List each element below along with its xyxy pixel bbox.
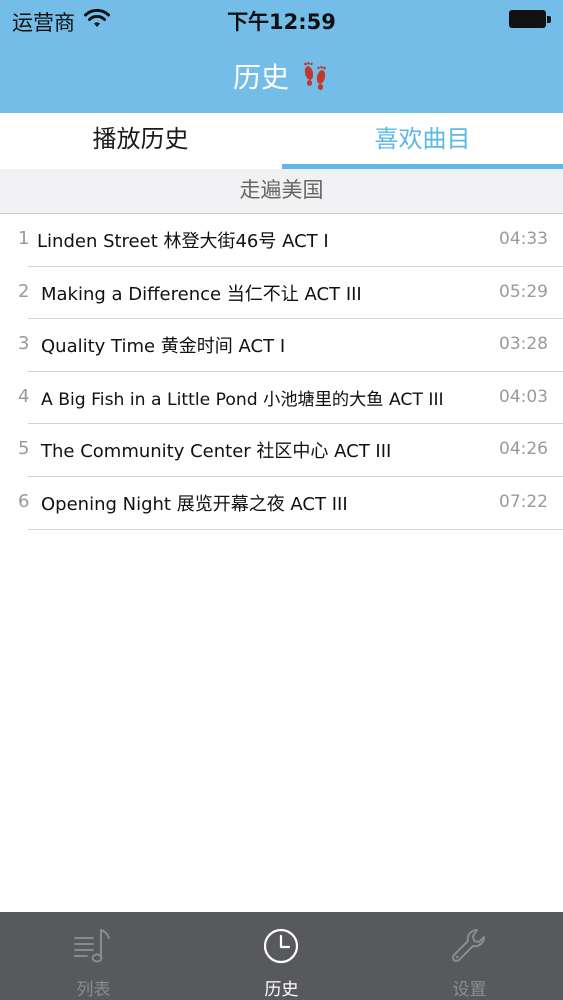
section-header: 走遍美国 — [0, 169, 563, 214]
track-duration: 04:33 — [499, 229, 548, 249]
track-duration: 04:03 — [499, 386, 548, 407]
page-title: 历史 — [0, 56, 563, 96]
status-time: 下午12:59 — [227, 10, 336, 34]
tabbar-item-list[interactable]: 列表 — [0, 912, 187, 1000]
page-title-text: 历史 — [233, 61, 290, 94]
footprints-icon — [304, 62, 326, 90]
track-row[interactable]: 2 Making a Difference 当仁不让 ACT III 05:29 — [0, 267, 563, 320]
track-index: 5 — [18, 438, 30, 460]
track-title: A Big Fish in a Little Pond 小池塘里的大鱼 ACT … — [41, 389, 444, 410]
track-title: Quality Time 黄金时间 ACT I — [41, 336, 286, 358]
tabbar-item-settings[interactable]: 设置 — [376, 912, 563, 1000]
wrench-icon — [451, 928, 486, 963]
segment-tabs: 播放历史 喜欢曲目 — [0, 113, 563, 168]
track-index: 2 — [18, 280, 30, 302]
track-index: 3 — [18, 333, 30, 355]
tab-play-history[interactable]: 播放历史 — [0, 113, 281, 168]
track-duration: 03:28 — [499, 334, 548, 355]
tabbar-label: 设置 — [452, 980, 487, 1000]
track-row[interactable]: 5 The Community Center 社区中心 ACT III 04:2… — [0, 424, 563, 477]
track-title: Linden Street 林登大街46号 ACT I — [37, 231, 329, 252]
bottom-tab-bar: 列表 历史 设置 — [0, 912, 563, 1000]
track-index: 6 — [18, 490, 30, 512]
track-duration: 07:22 — [499, 491, 548, 512]
track-duration: 05:29 — [499, 281, 548, 302]
battery-icon — [509, 10, 551, 28]
track-index: 1 — [18, 228, 30, 249]
track-row[interactable]: 1 Linden Street 林登大街46号 ACT I 04:33 — [0, 214, 563, 267]
track-list: 1 Linden Street 林登大街46号 ACT I 04:33 2 Ma… — [0, 214, 563, 530]
tabbar-item-history[interactable]: 历史 — [188, 912, 375, 1000]
track-title: Opening Night 展览开幕之夜 ACT III — [41, 493, 348, 515]
app-header: 运营商 下午12:59 历史 — [0, 0, 563, 113]
tab-favorite-tracks[interactable]: 喜欢曲目 — [282, 113, 563, 168]
row-divider — [28, 528, 563, 530]
status-bar: 运营商 下午12:59 — [0, 0, 563, 40]
clock-icon — [263, 928, 299, 964]
track-row[interactable]: 3 Quality Time 黄金时间 ACT I 03:28 — [0, 319, 563, 372]
track-row[interactable]: 6 Opening Night 展览开幕之夜 ACT III 07:22 — [0, 477, 563, 530]
track-title: The Community Center 社区中心 ACT III — [41, 441, 392, 463]
tabbar-label: 列表 — [76, 980, 111, 1000]
tabbar-label: 历史 — [264, 980, 299, 1000]
track-index: 4 — [18, 385, 30, 407]
track-duration: 04:26 — [499, 439, 548, 460]
track-title: Making a Difference 当仁不让 ACT III — [41, 283, 362, 305]
music-list-icon — [74, 929, 110, 963]
track-row[interactable]: 4 A Big Fish in a Little Pond 小池塘里的大鱼 AC… — [0, 372, 563, 425]
